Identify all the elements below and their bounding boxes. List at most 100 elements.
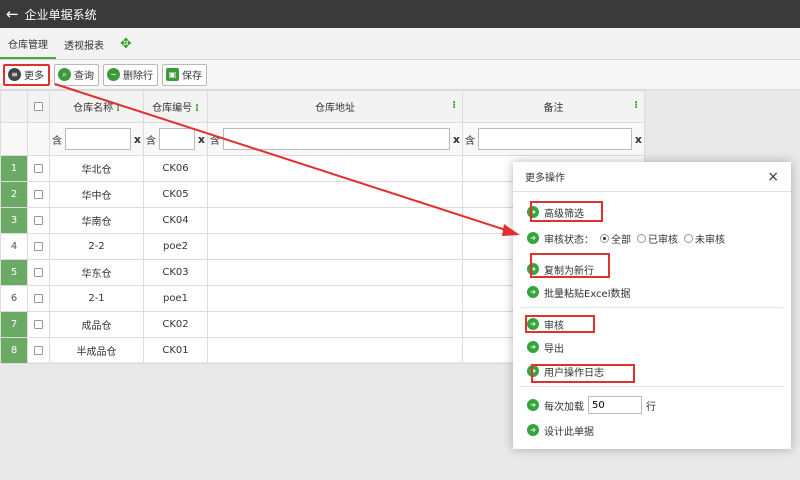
filter-warehouse-code: 含x xyxy=(143,122,208,156)
warehouse-address-cell[interactable] xyxy=(207,155,463,182)
column-label-warehouse-name: 仓库名称 xyxy=(73,103,114,114)
row-select-cell xyxy=(27,233,50,260)
warehouse-address-cell[interactable] xyxy=(207,311,463,338)
warehouse-name-cell[interactable]: 2-1 xyxy=(49,285,144,312)
warehouse-name-cell[interactable]: 华中仓 xyxy=(49,181,144,208)
warehouse-code-cell[interactable]: CK06 xyxy=(143,155,208,182)
radio[interactable] xyxy=(684,233,693,243)
row-number: 2 xyxy=(0,181,28,208)
warehouse-name-cell[interactable]: 华南仓 xyxy=(49,207,144,234)
clear-icon[interactable]: x xyxy=(134,133,141,146)
warehouse-code-cell[interactable]: CK04 xyxy=(143,207,208,234)
row-checkbox[interactable] xyxy=(34,267,43,277)
row-checkbox[interactable] xyxy=(34,319,43,329)
contains-label: 含 xyxy=(465,135,475,147)
warehouse-address-cell[interactable] xyxy=(207,259,463,286)
filter-input[interactable] xyxy=(65,128,131,150)
warehouse-name-cell[interactable]: 华北仓 xyxy=(49,155,144,182)
arrow-right-icon: ➜ xyxy=(527,399,539,411)
filter-remarks: 含x xyxy=(462,122,645,156)
row-checkbox[interactable] xyxy=(34,189,43,199)
column-label-warehouse-address: 仓库地址 xyxy=(315,103,355,114)
select-all-checkbox[interactable] xyxy=(34,101,43,111)
clear-icon[interactable]: x xyxy=(198,133,205,146)
warehouse-address-cell[interactable] xyxy=(207,285,463,312)
column-menu-icon[interactable]: ⁝ xyxy=(195,103,199,114)
more-button[interactable]: ≡ 更多 xyxy=(3,63,50,86)
warehouse-code-cell[interactable]: CK03 xyxy=(143,259,208,286)
design-action[interactable]: ➜ 设计此单据 xyxy=(527,420,594,440)
warehouse-name-cell[interactable]: 2-2 xyxy=(49,233,144,260)
audit-option-all[interactable]: 全部 xyxy=(600,231,631,246)
search-icon: ⌕ xyxy=(58,68,71,81)
tab-pivot-report[interactable]: 透视报表 xyxy=(56,29,112,59)
per-load-prefix: 每次加载 xyxy=(544,401,584,413)
radio-selected[interactable] xyxy=(600,233,609,243)
arrow-right-icon: ➜ xyxy=(527,286,539,298)
export-action[interactable]: ➜ 导出 xyxy=(527,337,564,357)
audit-option-unaudited[interactable]: 未审核 xyxy=(684,231,725,246)
row-number: 5 xyxy=(0,259,28,286)
filter-warehouse-address: 含x xyxy=(207,122,463,156)
row-number: 8 xyxy=(0,337,28,364)
warehouse-code-cell[interactable]: poe2 xyxy=(143,233,208,260)
warehouse-name-cell[interactable]: 半成品仓 xyxy=(49,337,144,364)
contains-label: 含 xyxy=(52,135,62,147)
row-number-header xyxy=(0,90,28,123)
contains-label: 含 xyxy=(210,135,220,147)
row-checkbox[interactable] xyxy=(34,345,43,355)
warehouse-name-cell[interactable]: 成品仓 xyxy=(49,311,144,338)
warehouse-address-cell[interactable] xyxy=(207,207,463,234)
warehouse-address-cell[interactable] xyxy=(207,181,463,208)
filter-spacer xyxy=(27,122,50,156)
warehouse-code-cell[interactable]: CK02 xyxy=(143,311,208,338)
audit-option-label: 已审核 xyxy=(648,234,678,246)
contains-label: 含 xyxy=(146,135,156,147)
row-checkbox[interactable] xyxy=(34,293,43,303)
warehouse-address-cell[interactable] xyxy=(207,233,463,260)
warehouse-code-cell[interactable]: CK05 xyxy=(143,181,208,208)
column-menu-icon[interactable]: ⁝ xyxy=(634,100,638,111)
move-icon[interactable]: ✥ xyxy=(112,29,140,59)
back-arrow-icon[interactable]: ← xyxy=(6,6,19,22)
per-load-row: ➜ 每次加载 行 xyxy=(527,395,656,415)
row-select-cell xyxy=(27,337,50,364)
batch-paste-action[interactable]: ➜ 批量粘贴Excel数据 xyxy=(527,282,631,302)
row-number: 1 xyxy=(0,155,28,182)
filter-input[interactable] xyxy=(159,128,195,150)
menu-icon: ≡ xyxy=(8,68,21,81)
row-checkbox[interactable] xyxy=(34,163,43,173)
per-load-input[interactable] xyxy=(588,396,642,414)
row-checkbox[interactable] xyxy=(34,215,43,225)
row-checkbox[interactable] xyxy=(34,241,43,251)
filter-warehouse-name: 含x xyxy=(49,122,144,156)
warehouse-code-cell[interactable]: CK01 xyxy=(143,337,208,364)
save-icon: ▣ xyxy=(166,68,179,81)
clear-icon[interactable]: x xyxy=(453,133,460,146)
warehouse-code-cell[interactable]: poe1 xyxy=(143,285,208,312)
column-header-warehouse-address[interactable]: 仓库地址 ⁝ xyxy=(207,90,463,123)
arrow-right-icon: ➜ xyxy=(527,341,539,353)
row-select-cell xyxy=(27,181,50,208)
warehouse-address-cell[interactable] xyxy=(207,337,463,364)
clear-icon[interactable]: x xyxy=(635,133,642,146)
annotation-box xyxy=(531,364,635,383)
column-menu-icon[interactable]: ⁝ xyxy=(452,100,456,111)
delete-row-button[interactable]: − 删除行 xyxy=(103,63,158,86)
query-button[interactable]: ⌕ 查询 xyxy=(54,63,99,86)
filter-input[interactable] xyxy=(223,128,450,150)
warehouse-name-cell[interactable]: 华东仓 xyxy=(49,259,144,286)
audit-option-audited[interactable]: 已审核 xyxy=(637,231,678,246)
radio[interactable] xyxy=(637,233,646,243)
close-icon[interactable]: × xyxy=(767,170,779,184)
save-button[interactable]: ▣ 保存 xyxy=(162,63,207,86)
design-label: 设计此单据 xyxy=(544,426,594,438)
column-header-remarks[interactable]: 备注 ⁝ xyxy=(462,90,645,123)
tab-warehouse-management[interactable]: 仓库管理 xyxy=(0,29,56,59)
column-menu-icon[interactable]: ⁝ xyxy=(116,103,120,114)
filter-input[interactable] xyxy=(478,128,632,150)
row-number: 4 xyxy=(0,233,28,260)
select-all-header xyxy=(27,90,50,123)
column-header-warehouse-name[interactable]: 仓库名称 ⁝ xyxy=(49,90,144,123)
column-header-warehouse-code[interactable]: 仓库编号 ⁝ xyxy=(143,90,208,123)
